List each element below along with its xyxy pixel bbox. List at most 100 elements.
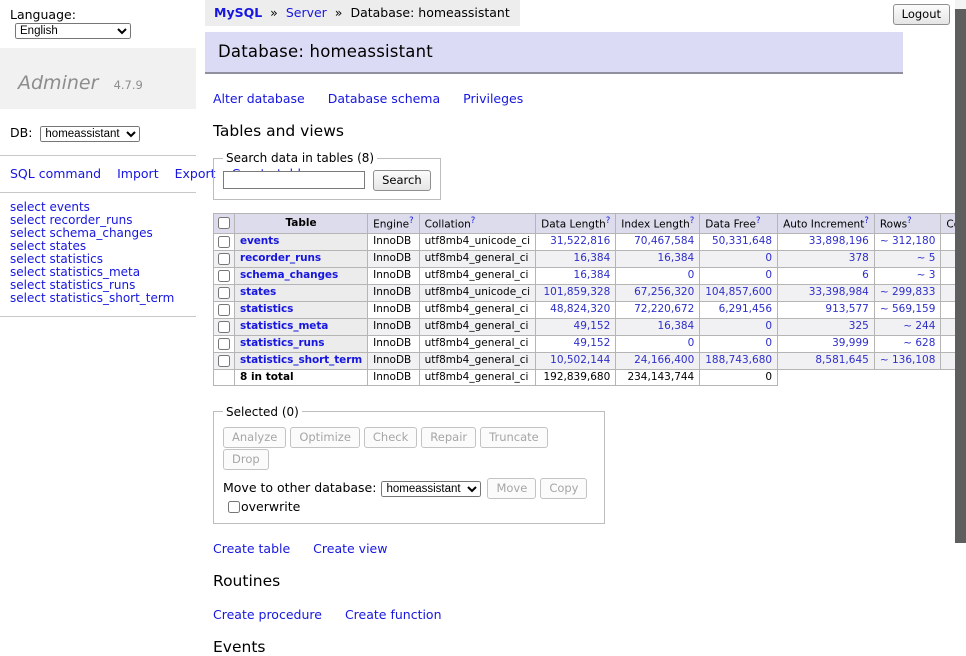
select-all-checkbox[interactable] bbox=[218, 217, 230, 229]
table-name-cell: recorder_runs bbox=[235, 250, 368, 267]
breadcrumb-separator: » bbox=[335, 5, 343, 20]
row-checkbox[interactable] bbox=[218, 236, 230, 248]
selected-button-optimize[interactable]: Optimize bbox=[290, 427, 360, 448]
column-header-cell-engine: Engine? bbox=[368, 214, 420, 234]
vertical-scrollbar[interactable] bbox=[955, 0, 966, 543]
breadcrumb-link-mysql[interactable]: MySQL bbox=[214, 5, 262, 20]
collation-cell: utf8mb4_unicode_ci bbox=[419, 233, 535, 250]
table-row: schema_changesInnoDButf8mb4_general_ci16… bbox=[214, 267, 966, 284]
routines-links: Create procedure Create function bbox=[213, 607, 903, 622]
selected-button-repair[interactable]: Repair bbox=[421, 427, 476, 448]
data-length-cell: 101,859,328 bbox=[536, 284, 616, 301]
data-free-cell: 0 bbox=[700, 267, 778, 284]
column-header-cell-collation: Collation? bbox=[419, 214, 535, 234]
table-name-cell: states bbox=[235, 284, 368, 301]
overwrite-option[interactable]: overwrite bbox=[227, 499, 300, 514]
breadcrumb-link-server[interactable]: Server bbox=[286, 5, 327, 20]
table-name-cell: statistics_meta bbox=[235, 318, 368, 335]
auto-increment-cell: 378 bbox=[778, 250, 875, 267]
rows-cell: ~ 3 bbox=[874, 267, 941, 284]
selected-button-analyze[interactable]: Analyze bbox=[223, 427, 286, 448]
db-link-database-schema[interactable]: Database schema bbox=[328, 91, 440, 106]
help-link-data-free[interactable]: ? bbox=[756, 216, 761, 226]
db-select[interactable]: homeassistant bbox=[40, 126, 140, 142]
db-link-alter-database[interactable]: Alter database bbox=[213, 91, 305, 106]
table-link-statistics-runs[interactable]: statistics_runs bbox=[240, 337, 324, 349]
auto-increment-cell: 39,999 bbox=[778, 335, 875, 352]
engine-cell: InnoDB bbox=[368, 352, 420, 369]
table-link-statistics-short-term[interactable]: statistics_short_term bbox=[240, 354, 362, 366]
sidebar-link-sql-command[interactable]: SQL command bbox=[10, 166, 101, 181]
auto-increment-cell: 913,577 bbox=[778, 301, 875, 318]
table-row: statesInnoDButf8mb4_unicode_ci101,859,32… bbox=[214, 284, 966, 301]
move-button-move[interactable]: Move bbox=[487, 478, 536, 499]
events-heading: Events bbox=[213, 638, 903, 656]
table-link-schema-changes[interactable]: schema_changes bbox=[240, 269, 338, 281]
collation-cell: utf8mb4_general_ci bbox=[419, 267, 535, 284]
brand-name: Adminer bbox=[18, 72, 98, 94]
index-length-cell: 70,467,584 bbox=[616, 233, 700, 250]
table-link-recorder-runs[interactable]: recorder_runs bbox=[240, 252, 321, 264]
table-link-statistics-meta[interactable]: statistics_meta bbox=[240, 320, 328, 332]
language-row: Language: English bbox=[0, 0, 196, 48]
column-header-rows: Rows bbox=[880, 219, 907, 231]
help-link-collation[interactable]: ? bbox=[471, 216, 476, 226]
table-link-events[interactable]: events bbox=[240, 235, 279, 247]
column-header-engine: Engine bbox=[373, 219, 409, 231]
help-link-data-length[interactable]: ? bbox=[606, 216, 611, 226]
tables-heading: Tables and views bbox=[213, 122, 903, 140]
table-row: statistics_short_term InnoDButf8mb4_gener… bbox=[214, 352, 966, 369]
row-checkbox[interactable] bbox=[218, 270, 230, 282]
help-link-engine[interactable]: ? bbox=[409, 216, 414, 226]
table-name-cell: statistics_short_term bbox=[235, 352, 368, 369]
sidebar-table-link-select-statistics-short-term[interactable]: select statistics_short_term bbox=[10, 292, 186, 305]
routine-link-create-procedure[interactable]: Create procedure bbox=[213, 607, 322, 622]
data-free-cell: 0 bbox=[700, 318, 778, 335]
table-link-states[interactable]: states bbox=[240, 286, 276, 298]
row-checkbox[interactable] bbox=[218, 304, 230, 316]
create-link-create-view[interactable]: Create view bbox=[313, 541, 387, 556]
rows-cell: ~ 5 bbox=[874, 250, 941, 267]
table-link-statistics[interactable]: statistics bbox=[240, 303, 293, 315]
language-select[interactable]: English bbox=[15, 23, 131, 39]
breadcrumb-separator: » bbox=[270, 5, 278, 20]
index-length-cell: 16,384 bbox=[616, 318, 700, 335]
breadcrumb-current: Database: homeassistant bbox=[350, 5, 509, 20]
row-checkbox[interactable] bbox=[218, 338, 230, 350]
row-checkbox[interactable] bbox=[218, 355, 230, 367]
row-checkbox[interactable] bbox=[218, 287, 230, 299]
collation-cell: utf8mb4_general_ci bbox=[419, 352, 535, 369]
database-action-links: Alter database Database schema Privileges bbox=[213, 91, 903, 106]
help-link-auto-increment[interactable]: ? bbox=[864, 216, 869, 226]
rows-cell: ~ 244 bbox=[874, 318, 941, 335]
overwrite-checkbox[interactable] bbox=[228, 501, 240, 513]
create-link-create-table[interactable]: Create table bbox=[213, 541, 290, 556]
rows-cell: ~ 569,159 bbox=[874, 301, 941, 318]
overwrite-label: overwrite bbox=[241, 499, 300, 514]
row-checkbox[interactable] bbox=[218, 321, 230, 333]
data-length-cell: 16,384 bbox=[536, 267, 616, 284]
column-header-index-length: Index Length bbox=[621, 219, 689, 231]
help-link-rows[interactable]: ? bbox=[907, 216, 912, 226]
routine-link-create-function[interactable]: Create function bbox=[345, 607, 442, 622]
create-links: Create table Create view bbox=[213, 541, 903, 556]
help-link-index-length[interactable]: ? bbox=[690, 216, 695, 226]
selected-button-check[interactable]: Check bbox=[364, 427, 417, 448]
selected-fieldset: Selected (0) AnalyzeOptimizeCheckRepairT… bbox=[213, 405, 605, 525]
search-input[interactable] bbox=[223, 171, 365, 189]
sidebar-action-links: SQL commandImportExportCreate table bbox=[0, 156, 196, 193]
move-button-copy[interactable]: Copy bbox=[540, 478, 587, 499]
selected-button-truncate[interactable]: Truncate bbox=[480, 427, 548, 448]
selected-button-drop[interactable]: Drop bbox=[223, 449, 269, 470]
sidebar: Language: English Adminer 4.7.9 DB: home… bbox=[0, 0, 196, 317]
collation-cell: utf8mb4_general_ci bbox=[419, 335, 535, 352]
scrollbar-thumb[interactable] bbox=[955, 9, 966, 543]
db-link-privileges[interactable]: Privileges bbox=[463, 91, 523, 106]
data-length-cell: 31,522,816 bbox=[536, 233, 616, 250]
sidebar-link-import[interactable]: Import bbox=[117, 166, 159, 181]
move-database-select[interactable]: homeassistant bbox=[381, 481, 481, 497]
row-checkbox[interactable] bbox=[218, 253, 230, 265]
routines-heading: Routines bbox=[213, 572, 903, 590]
row-checkbox-cell bbox=[214, 267, 235, 284]
search-button[interactable]: Search bbox=[373, 170, 431, 191]
